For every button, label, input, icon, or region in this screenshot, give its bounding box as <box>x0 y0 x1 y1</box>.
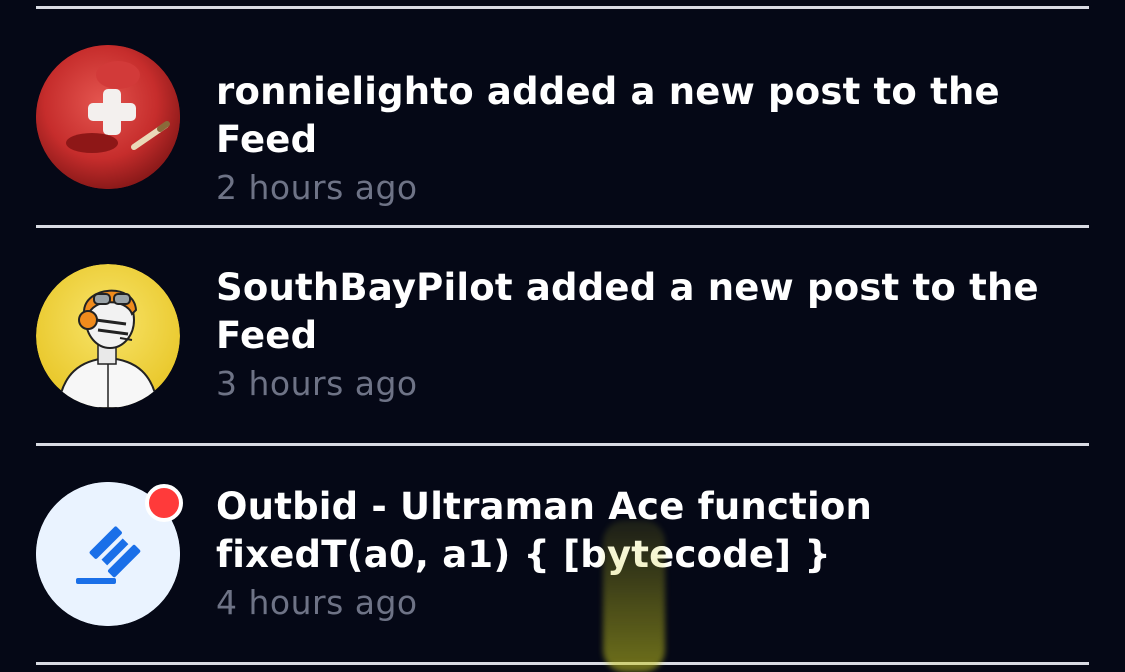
avatar <box>36 45 180 189</box>
divider <box>36 662 1089 665</box>
notifications-feed: ronnielighto added a new post to the Fee… <box>0 0 1125 672</box>
pilot-avatar-icon <box>36 264 180 408</box>
notification-time: 2 hours ago <box>216 168 418 207</box>
divider <box>36 225 1089 228</box>
notification-title: SouthBayPilot added a new post to the Fe… <box>216 266 1039 357</box>
notification-time: 3 hours ago <box>216 364 418 403</box>
avatar <box>36 264 180 408</box>
notification-title: ronnielighto added a new post to the Fee… <box>216 70 1000 161</box>
divider <box>36 443 1089 446</box>
unread-indicator <box>145 484 183 522</box>
divider <box>36 6 1089 9</box>
red-ball-avatar-icon <box>36 45 180 189</box>
notification-time: 4 hours ago <box>216 583 418 622</box>
notification-title: Outbid - Ultraman Ace function fixedT(a0… <box>216 485 873 576</box>
